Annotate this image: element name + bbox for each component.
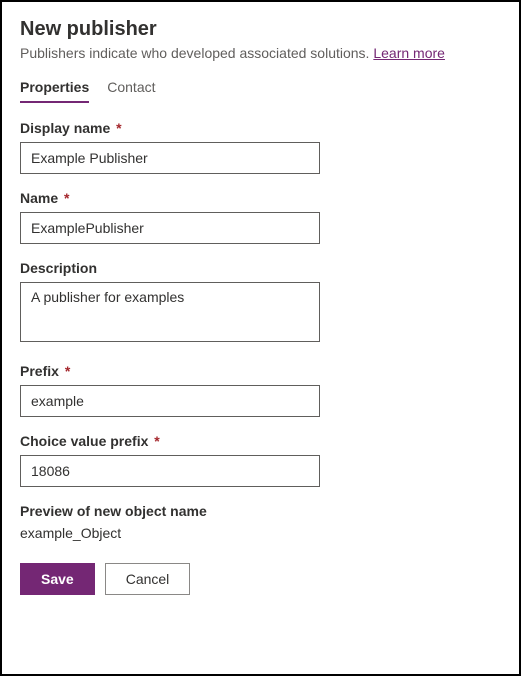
name-input[interactable] — [20, 212, 320, 244]
field-prefix: Prefix * — [20, 363, 501, 417]
footer-actions: Save Cancel — [20, 563, 501, 595]
prefix-label-text: Prefix — [20, 363, 59, 379]
save-button[interactable]: Save — [20, 563, 95, 595]
preview-value: example_Object — [20, 525, 501, 541]
name-label-text: Name — [20, 190, 58, 206]
subtitle-text: Publishers indicate who developed associ… — [20, 45, 373, 61]
cancel-button[interactable]: Cancel — [105, 563, 191, 595]
choice-prefix-input[interactable] — [20, 455, 320, 487]
tab-list: Properties Contact — [20, 79, 501, 104]
field-preview: Preview of new object name example_Objec… — [20, 503, 501, 541]
display-name-label: Display name * — [20, 120, 501, 136]
display-name-label-text: Display name — [20, 120, 110, 136]
prefix-input[interactable] — [20, 385, 320, 417]
tab-properties[interactable]: Properties — [20, 79, 89, 103]
description-input[interactable]: A publisher for examples — [20, 282, 320, 342]
page-title: New publisher — [20, 18, 501, 41]
field-description: Description A publisher for examples — [20, 260, 501, 347]
required-marker: * — [154, 433, 159, 449]
choice-prefix-label: Choice value prefix * — [20, 433, 501, 449]
display-name-input[interactable] — [20, 142, 320, 174]
preview-label: Preview of new object name — [20, 503, 501, 519]
field-choice-prefix: Choice value prefix * — [20, 433, 501, 487]
prefix-label: Prefix * — [20, 363, 501, 379]
required-marker: * — [116, 120, 121, 136]
required-marker: * — [64, 190, 69, 206]
field-display-name: Display name * — [20, 120, 501, 174]
learn-more-link[interactable]: Learn more — [373, 45, 445, 61]
required-marker: * — [65, 363, 70, 379]
tab-contact[interactable]: Contact — [107, 79, 155, 103]
page-subtitle: Publishers indicate who developed associ… — [20, 45, 501, 61]
name-label: Name * — [20, 190, 501, 206]
description-label: Description — [20, 260, 501, 276]
field-name: Name * — [20, 190, 501, 244]
choice-prefix-label-text: Choice value prefix — [20, 433, 148, 449]
